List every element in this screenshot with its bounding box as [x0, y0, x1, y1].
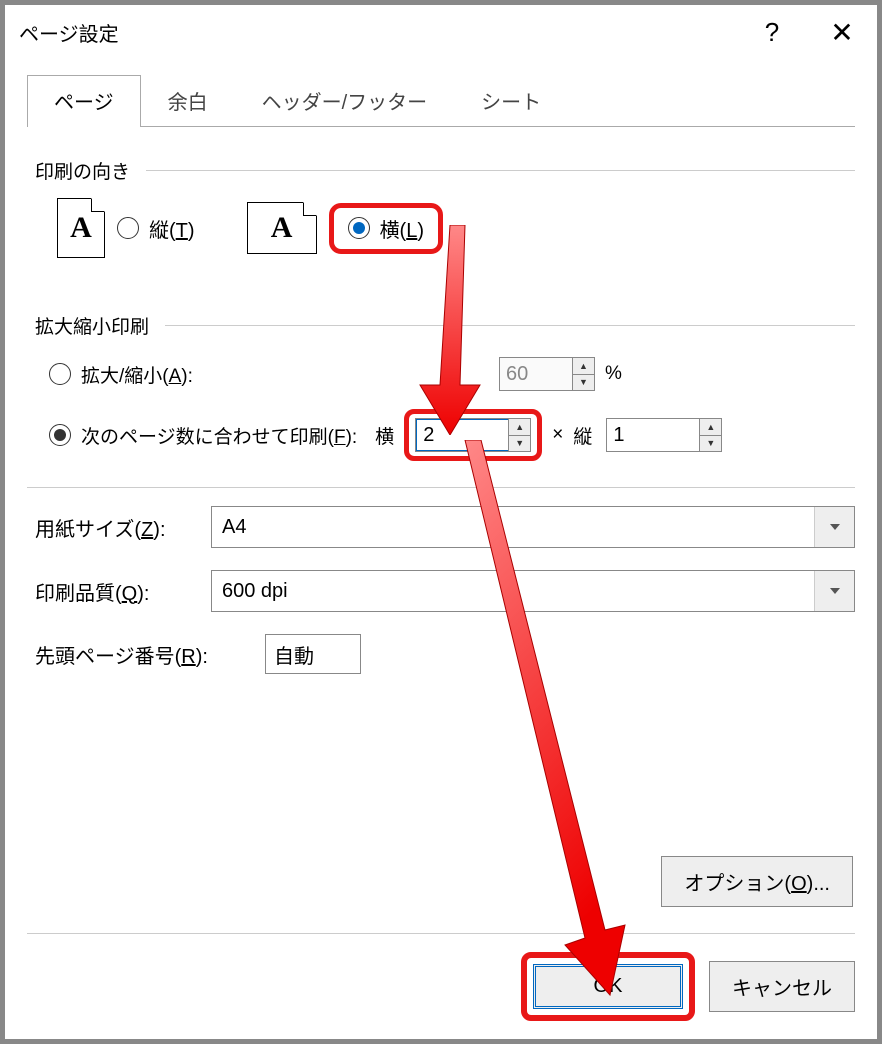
landscape-label: 横(L)	[380, 214, 424, 243]
fit-to-label: 次のページ数に合わせて印刷(F):	[81, 422, 357, 449]
landscape-radio[interactable]	[348, 217, 370, 239]
scaling-section-title: 拡大縮小印刷	[35, 312, 149, 339]
print-quality-row: 印刷品質(Q): 600 dpi	[27, 570, 855, 612]
percent-label: %	[605, 363, 622, 385]
tab-margins[interactable]: 余白	[141, 75, 235, 127]
tab-header-footer[interactable]: ヘッダー/フッター	[235, 75, 455, 127]
paper-size-row: 用紙サイズ(Z): A4	[27, 506, 855, 548]
dialog-title: ページ設定	[19, 18, 737, 47]
options-button[interactable]: オプション(O)...	[661, 856, 853, 907]
print-quality-label: 印刷品質(Q):	[35, 577, 211, 606]
wide-highlight: ▲▼	[404, 409, 542, 461]
fit-to-radio[interactable]	[49, 424, 71, 446]
spinner-arrows[interactable]: ▲▼	[699, 419, 721, 451]
adjust-to-spinner[interactable]: ▲▼	[499, 357, 595, 391]
chevron-down-icon[interactable]	[814, 571, 854, 611]
first-page-row: 先頭ページ番号(R): 自動	[27, 634, 855, 674]
adjust-to-label: 拡大/縮小(A):	[81, 361, 449, 388]
close-button[interactable]: ✕	[807, 5, 877, 60]
tall-label: 縦	[573, 422, 592, 449]
paper-size-combo[interactable]: A4	[211, 506, 855, 548]
wide-input[interactable]	[416, 419, 508, 451]
ok-button[interactable]: OK	[533, 964, 683, 1009]
spinner-arrows[interactable]: ▲▼	[572, 358, 594, 390]
fit-to-row: 次のページ数に合わせて印刷(F): 横 ▲▼ × 縦 ▲▼	[27, 409, 855, 461]
cancel-button[interactable]: キャンセル	[709, 961, 855, 1012]
tab-strip: ページ 余白 ヘッダー/フッター シート	[27, 74, 855, 127]
tab-sheet[interactable]: シート	[454, 75, 568, 127]
adjust-to-input[interactable]	[500, 358, 572, 390]
landscape-highlight: 横(L)	[329, 203, 443, 254]
tall-input[interactable]	[607, 419, 699, 451]
orientation-row: A 縦(T) A 横(L)	[27, 198, 855, 258]
landscape-page-icon: A	[247, 202, 317, 254]
first-page-input[interactable]: 自動	[265, 634, 361, 674]
help-button[interactable]: ?	[737, 5, 807, 60]
print-quality-combo[interactable]: 600 dpi	[211, 570, 855, 612]
print-quality-value: 600 dpi	[212, 580, 814, 603]
page-setup-dialog: ページ設定 ? ✕ ページ 余白 ヘッダー/フッター シート 印刷の向き A 縦…	[4, 4, 878, 1040]
wide-label: 横	[375, 422, 394, 449]
tab-page[interactable]: ページ	[27, 75, 141, 127]
chevron-down-icon[interactable]	[814, 507, 854, 547]
adjust-to-radio[interactable]	[49, 363, 71, 385]
portrait-page-icon: A	[57, 198, 105, 258]
titlebar: ページ設定 ? ✕	[5, 5, 877, 60]
portrait-label: 縦(T)	[149, 214, 195, 243]
dialog-content: ページ 余白 ヘッダー/フッター シート 印刷の向き A 縦(T) A	[5, 60, 877, 1039]
ok-highlight: OK	[521, 952, 695, 1021]
portrait-radio[interactable]	[117, 217, 139, 239]
dialog-button-row: OK キャンセル	[27, 952, 855, 1021]
orientation-section-title: 印刷の向き	[35, 157, 130, 184]
times-label: ×	[552, 424, 563, 446]
adjust-to-row: 拡大/縮小(A): ▲▼ %	[27, 357, 855, 391]
wide-spinner[interactable]: ▲▼	[415, 418, 531, 452]
first-page-label: 先頭ページ番号(R):	[35, 640, 265, 669]
paper-size-value: A4	[212, 516, 814, 539]
spinner-arrows[interactable]: ▲▼	[508, 419, 530, 451]
paper-size-label: 用紙サイズ(Z):	[35, 513, 211, 542]
portrait-radio-group[interactable]: 縦(T)	[117, 214, 195, 243]
tall-spinner[interactable]: ▲▼	[606, 418, 722, 452]
